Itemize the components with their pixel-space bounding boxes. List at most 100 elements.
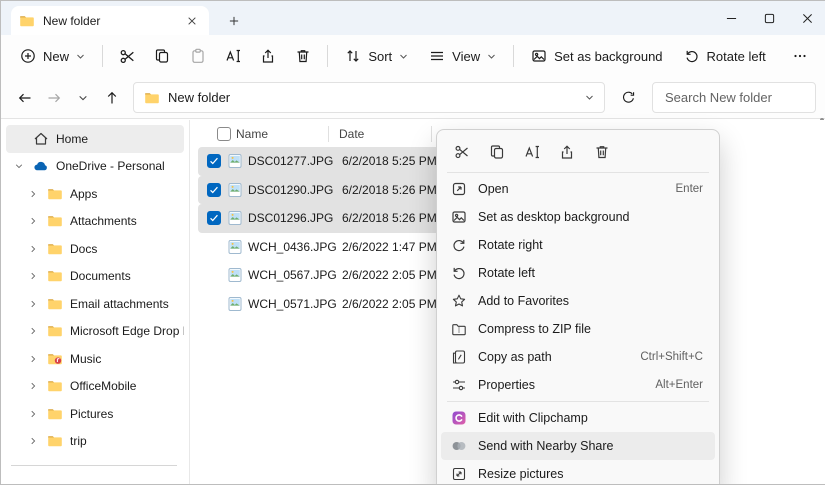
sort-button[interactable]: Sort <box>336 40 417 72</box>
minimize-button[interactable] <box>712 1 750 35</box>
menu-item-resize-pictures[interactable]: Resize pictures <box>441 460 715 485</box>
column-separator[interactable] <box>328 126 329 142</box>
rotate-left-button[interactable]: Rotate left <box>675 40 775 72</box>
sidebar-item-docs[interactable]: Docs <box>6 235 184 263</box>
back-button[interactable] <box>11 84 38 112</box>
new-tab-button[interactable] <box>223 10 245 32</box>
delete-button[interactable] <box>587 137 617 167</box>
sidebar-item-apps[interactable]: Apps <box>6 180 184 208</box>
sidebar-item-edge-drop-files[interactable]: Microsoft Edge Drop Files <box>6 318 184 346</box>
tab-close-icon[interactable] <box>183 12 201 30</box>
set-as-background-button[interactable]: Set as background <box>522 40 671 72</box>
forward-button[interactable] <box>40 84 67 112</box>
sort-icon <box>345 48 361 64</box>
up-button[interactable] <box>98 84 125 112</box>
copy-button[interactable] <box>482 137 512 167</box>
tab-title: New folder <box>43 14 175 28</box>
image-file-icon <box>227 210 243 226</box>
shortcut: Alt+Enter <box>643 379 703 391</box>
sidebar-item-pictures[interactable]: Pictures <box>6 400 184 428</box>
rename-icon <box>524 144 540 160</box>
image-file-icon <box>227 296 243 312</box>
menu-item-copy-as-path[interactable]: Copy as path Ctrl+Shift+C <box>441 343 715 371</box>
chevron-down-icon[interactable] <box>585 93 594 102</box>
sidebar-item-music[interactable]: Music <box>6 345 184 373</box>
recent-locations-button[interactable] <box>69 84 96 112</box>
view-icon <box>429 48 445 64</box>
menu-item-properties[interactable]: Properties Alt+Enter <box>441 371 715 399</box>
chevron-right-icon[interactable] <box>26 436 40 446</box>
new-button[interactable]: New <box>11 40 94 72</box>
zip-icon <box>451 321 467 337</box>
copy-button[interactable] <box>146 40 178 72</box>
sidebar-item-documents[interactable]: Documents <box>6 263 184 291</box>
chevron-right-icon[interactable] <box>26 409 40 419</box>
paste-button[interactable] <box>181 40 213 72</box>
rename-icon <box>225 48 241 64</box>
chevron-down-icon[interactable] <box>12 161 26 171</box>
search-input[interactable] <box>663 89 805 106</box>
refresh-button[interactable] <box>615 84 642 112</box>
sidebar-item-officemobile[interactable]: OfficeMobile <box>6 373 184 401</box>
toolbar-separator <box>327 45 328 67</box>
chevron-right-icon[interactable] <box>26 354 40 364</box>
more-options-button[interactable] <box>784 40 816 72</box>
chevron-right-icon[interactable] <box>26 216 40 226</box>
row-checkbox[interactable] <box>207 183 221 197</box>
onedrive-cloud-icon <box>33 158 49 174</box>
folder-icon <box>19 13 35 29</box>
menu-item-set-as-desktop-background[interactable]: Set as desktop background <box>441 203 715 231</box>
share-button[interactable] <box>552 137 582 167</box>
column-header-date[interactable]: Date <box>339 127 431 141</box>
sidebar-item-email-attachments[interactable]: Email attachments <box>6 290 184 318</box>
select-all-checkbox[interactable] <box>217 127 231 141</box>
row-checkbox[interactable] <box>207 211 221 225</box>
cut-button[interactable] <box>111 40 143 72</box>
column-separator[interactable] <box>431 126 432 142</box>
rename-button[interactable] <box>217 40 249 72</box>
view-button[interactable]: View <box>420 40 505 72</box>
sort-button-label: Sort <box>368 49 392 64</box>
column-header-name[interactable]: Name <box>236 127 328 141</box>
shortcut: Enter <box>664 183 704 195</box>
scissors-icon <box>119 48 136 65</box>
chevron-right-icon[interactable] <box>26 271 40 281</box>
address-box[interactable]: New folder <box>133 82 605 113</box>
menu-item-open[interactable]: Open Enter <box>441 175 715 203</box>
sidebar-item-trip[interactable]: trip <box>6 428 184 456</box>
scissors-icon <box>454 144 470 160</box>
sidebar-item-home[interactable]: Home <box>6 125 184 153</box>
nearby-share-icon <box>451 438 467 454</box>
folder-icon <box>47 241 63 257</box>
chevron-right-icon[interactable] <box>26 189 40 199</box>
chevron-right-icon[interactable] <box>26 244 40 254</box>
menu-item-compress-to-zip[interactable]: Compress to ZIP file <box>441 315 715 343</box>
menu-item-rotate-left[interactable]: Rotate left <box>441 259 715 287</box>
trash-icon <box>594 144 610 160</box>
folder-icon <box>47 186 63 202</box>
image-file-icon <box>227 153 243 169</box>
breadcrumb[interactable]: New folder <box>168 90 230 105</box>
shortcut: Ctrl+Shift+C <box>628 351 703 363</box>
chevron-right-icon[interactable] <box>26 326 40 336</box>
sidebar-item-attachments[interactable]: Attachments <box>6 208 184 236</box>
cut-button[interactable] <box>447 137 477 167</box>
toolbar-separator <box>513 45 514 67</box>
share-button[interactable] <box>252 40 284 72</box>
maximize-button[interactable] <box>750 1 788 35</box>
search-box[interactable] <box>652 82 816 113</box>
home-icon <box>33 131 49 147</box>
menu-item-add-to-favorites[interactable]: Add to Favorites <box>441 287 715 315</box>
menu-item-rotate-right[interactable]: Rotate right <box>441 231 715 259</box>
explorer-tab[interactable]: New folder <box>11 6 209 35</box>
close-button[interactable] <box>788 1 825 35</box>
chevron-right-icon[interactable] <box>26 381 40 391</box>
menu-item-send-with-nearby-share[interactable]: Send with Nearby Share <box>441 432 715 460</box>
delete-button[interactable] <box>287 40 319 72</box>
menu-item-edit-with-clipchamp[interactable]: Edit with Clipchamp <box>441 404 715 432</box>
rename-button[interactable] <box>517 137 547 167</box>
row-checkbox[interactable] <box>207 154 221 168</box>
sidebar-item-onedrive[interactable]: OneDrive - Personal <box>6 153 184 181</box>
wallpaper-icon <box>531 48 547 64</box>
chevron-right-icon[interactable] <box>26 299 40 309</box>
